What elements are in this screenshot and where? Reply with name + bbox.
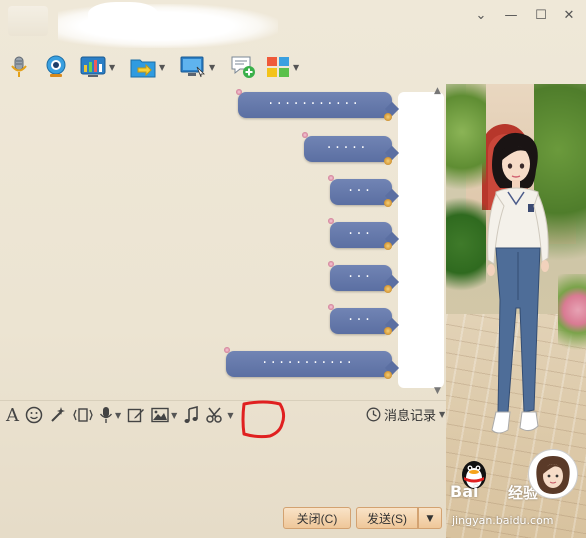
bubble-ornament bbox=[384, 242, 392, 250]
video-call-button[interactable] bbox=[44, 54, 80, 80]
qq-chat-window: ⌄ — ☐ ✕ ▼ ▼ ▼ ▼ ▲ ▼ ........... ..... ..… bbox=[0, 0, 586, 538]
close-window-button[interactable]: ✕ bbox=[558, 8, 580, 24]
edit-button[interactable] bbox=[127, 404, 145, 426]
chat-add-icon bbox=[231, 56, 255, 78]
microphone-icon bbox=[99, 407, 113, 423]
minimize-button[interactable]: — bbox=[500, 8, 522, 24]
app-chart-button[interactable]: ▼ bbox=[80, 54, 130, 80]
bubble-ornament bbox=[224, 347, 230, 353]
webcam-icon bbox=[46, 55, 66, 77]
bubble-ornament bbox=[384, 199, 392, 207]
scissors-icon bbox=[206, 407, 223, 423]
screenshot-button[interactable]: ▼ bbox=[205, 404, 233, 426]
image-icon bbox=[151, 407, 169, 423]
send-button[interactable]: 发送(S) bbox=[356, 507, 418, 529]
message-input[interactable] bbox=[0, 430, 446, 500]
message-bubble[interactable]: ... bbox=[330, 222, 392, 248]
maximize-button[interactable]: ☐ bbox=[530, 8, 552, 24]
title-bar: ⌄ — ☐ ✕ bbox=[0, 0, 586, 48]
toolbar-divider bbox=[0, 400, 446, 401]
font-icon: A bbox=[6, 404, 19, 426]
chevron-down-icon[interactable]: ▼ bbox=[115, 411, 121, 420]
message-bubble[interactable]: ... bbox=[330, 179, 392, 205]
chevron-down-icon[interactable]: ▼ bbox=[109, 63, 115, 72]
magic-wand-icon bbox=[51, 407, 65, 422]
send-options-button[interactable]: ▼ bbox=[418, 507, 442, 529]
smiley-icon bbox=[25, 406, 43, 424]
contact-name-redacted-center bbox=[88, 2, 158, 32]
chevron-down-icon[interactable]: ▼ bbox=[171, 411, 177, 420]
monitor-icon bbox=[180, 56, 205, 78]
message-bubble[interactable]: ... bbox=[330, 308, 392, 334]
chart-icon bbox=[80, 56, 106, 77]
message-history-button[interactable]: 消息记录 ▼ bbox=[366, 405, 445, 424]
bubble-ornament bbox=[328, 261, 334, 267]
bubble-ornament bbox=[236, 89, 242, 95]
clock-icon bbox=[366, 407, 381, 422]
apps-grid-icon bbox=[267, 57, 289, 77]
chevron-down-icon[interactable]: ▼ bbox=[159, 63, 165, 72]
close-button[interactable]: 关闭(C) bbox=[283, 507, 351, 529]
emoji-button[interactable] bbox=[25, 404, 43, 426]
voice-call-button[interactable] bbox=[8, 54, 44, 80]
message-bubble[interactable]: ........... bbox=[238, 92, 392, 118]
scroll-up-icon[interactable]: ▲ bbox=[434, 86, 441, 96]
folder-arrow-icon bbox=[130, 59, 156, 78]
remote-desktop-button[interactable]: ▼ bbox=[180, 54, 230, 80]
top-toolbar: ▼ ▼ ▼ ▼ bbox=[8, 54, 316, 82]
bubble-ornament bbox=[384, 327, 392, 335]
image-button[interactable]: ▼ bbox=[151, 404, 177, 426]
bubble-ornament bbox=[328, 218, 334, 224]
music-note-icon bbox=[184, 406, 199, 423]
new-discussion-button[interactable] bbox=[230, 54, 266, 80]
menu-icon[interactable]: ⌄ bbox=[470, 8, 492, 24]
bubble-ornament bbox=[328, 175, 334, 181]
scroll-down-icon[interactable]: ▼ bbox=[434, 386, 441, 396]
baidu-logo: Bai bbox=[450, 482, 479, 501]
scene-flowers bbox=[558, 274, 586, 364]
chevron-down-icon[interactable]: ▼ bbox=[439, 410, 445, 419]
apps-button[interactable]: ▼ bbox=[266, 54, 316, 80]
voice-message-button[interactable]: ▼ bbox=[99, 404, 121, 426]
history-label: 消息记录 bbox=[384, 408, 437, 423]
message-bubble[interactable]: ..... bbox=[304, 136, 392, 162]
show-avatar-figure[interactable] bbox=[478, 130, 560, 442]
input-toolbar: A ▼ ▼ ▼ bbox=[6, 403, 239, 427]
bubble-ornament bbox=[384, 157, 392, 165]
contact-avatar[interactable] bbox=[8, 6, 48, 36]
shake-window-icon bbox=[73, 408, 93, 422]
shake-window-button[interactable] bbox=[73, 404, 93, 426]
magic-button[interactable] bbox=[49, 404, 67, 426]
chevron-down-icon[interactable]: ▼ bbox=[227, 411, 233, 420]
message-bubble[interactable]: ... bbox=[330, 265, 392, 291]
watermark-url: jingyan.baidu.com bbox=[452, 514, 554, 527]
music-button[interactable] bbox=[183, 404, 199, 426]
bubble-ornament bbox=[384, 285, 392, 293]
bubble-ornament bbox=[384, 371, 392, 379]
pencil-edit-icon bbox=[127, 408, 145, 423]
microphone-icon bbox=[11, 56, 27, 77]
avatar-girl-icon bbox=[536, 456, 570, 494]
bubble-ornament bbox=[384, 113, 392, 121]
chevron-down-icon[interactable]: ▼ bbox=[293, 63, 299, 72]
bubble-ornament bbox=[328, 304, 334, 310]
font-button[interactable]: A bbox=[6, 404, 19, 426]
redacted-region bbox=[398, 92, 444, 388]
my-avatar[interactable] bbox=[528, 449, 578, 499]
bubble-ornament bbox=[302, 132, 308, 138]
message-bubble[interactable]: ........... bbox=[226, 351, 392, 377]
send-file-button[interactable]: ▼ bbox=[130, 54, 180, 80]
chevron-down-icon[interactable]: ▼ bbox=[209, 63, 215, 72]
